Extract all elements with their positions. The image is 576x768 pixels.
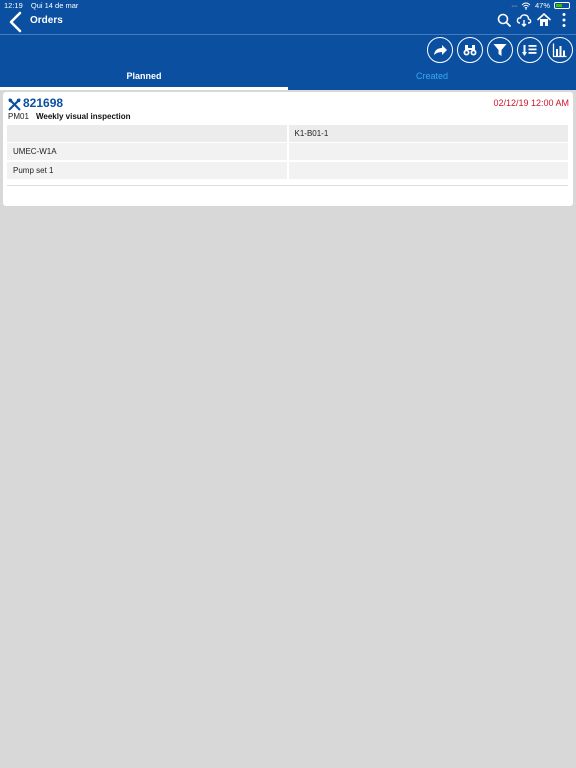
order-detail-row: UMEC-W1A xyxy=(7,143,568,160)
order-row-left xyxy=(7,125,289,142)
forward-button[interactable] xyxy=(427,37,453,63)
wifi-icon xyxy=(521,2,531,10)
order-card[interactable]: 821698 02/12/19 12:00 AM PM01 Weekly vis… xyxy=(3,92,573,206)
sort-icon xyxy=(522,45,537,56)
chart-icon xyxy=(552,43,567,58)
binoculars-icon xyxy=(463,45,477,56)
home-icon[interactable] xyxy=(536,12,552,28)
more-vertical-icon[interactable] xyxy=(556,12,572,28)
order-date: 02/12/19 12:00 AM xyxy=(493,98,569,108)
tab-created[interactable]: Created xyxy=(288,66,576,90)
toolbar xyxy=(427,37,573,63)
order-row-left: UMEC-W1A xyxy=(7,143,289,160)
status-time: 12:19 xyxy=(4,1,23,10)
order-detail-row: Pump set 1 xyxy=(7,162,568,179)
search-icon[interactable] xyxy=(496,12,512,28)
chevron-left-icon xyxy=(9,11,22,33)
order-row-right xyxy=(289,162,569,179)
sort-button[interactable] xyxy=(517,37,543,63)
order-type: PM01 xyxy=(8,112,29,121)
order-description: Weekly visual inspection xyxy=(36,112,131,121)
binoculars-button[interactable] xyxy=(457,37,483,63)
battery-icon xyxy=(554,2,570,9)
filter-icon xyxy=(493,44,507,56)
status-date: Qui 14 de mar xyxy=(30,1,79,10)
status-bar-left: 12:19 Qui 14 de mar xyxy=(4,1,78,10)
order-number: 821698 xyxy=(23,96,64,110)
page-title: Orders xyxy=(30,15,63,26)
header-bar: 12:19 Qui 14 de mar ···· 47% Orders Plan… xyxy=(0,0,576,90)
cloud-sync-icon[interactable] xyxy=(516,12,532,28)
order-row-left: Pump set 1 xyxy=(7,162,289,179)
tab-created-label: Created xyxy=(415,71,449,81)
tab-planned[interactable]: Planned xyxy=(0,66,288,90)
tab-bar: Planned Created xyxy=(0,66,576,90)
header-divider xyxy=(0,34,576,35)
filter-button[interactable] xyxy=(487,37,513,63)
battery-percent: 47% xyxy=(534,1,550,10)
header-actions xyxy=(496,12,572,28)
tools-icon xyxy=(8,98,21,111)
chart-button[interactable] xyxy=(547,37,573,63)
order-row-right xyxy=(289,143,569,160)
order-detail-row: K1-B01-1 xyxy=(7,125,568,142)
status-bar-right: ···· 47% xyxy=(511,1,570,10)
signal-icon: ···· xyxy=(510,1,518,10)
order-row-right: K1-B01-1 xyxy=(294,129,329,138)
back-button[interactable] xyxy=(6,10,26,34)
card-divider xyxy=(7,185,568,186)
forward-icon xyxy=(434,45,447,55)
tab-planned-label: Planned xyxy=(126,71,162,81)
